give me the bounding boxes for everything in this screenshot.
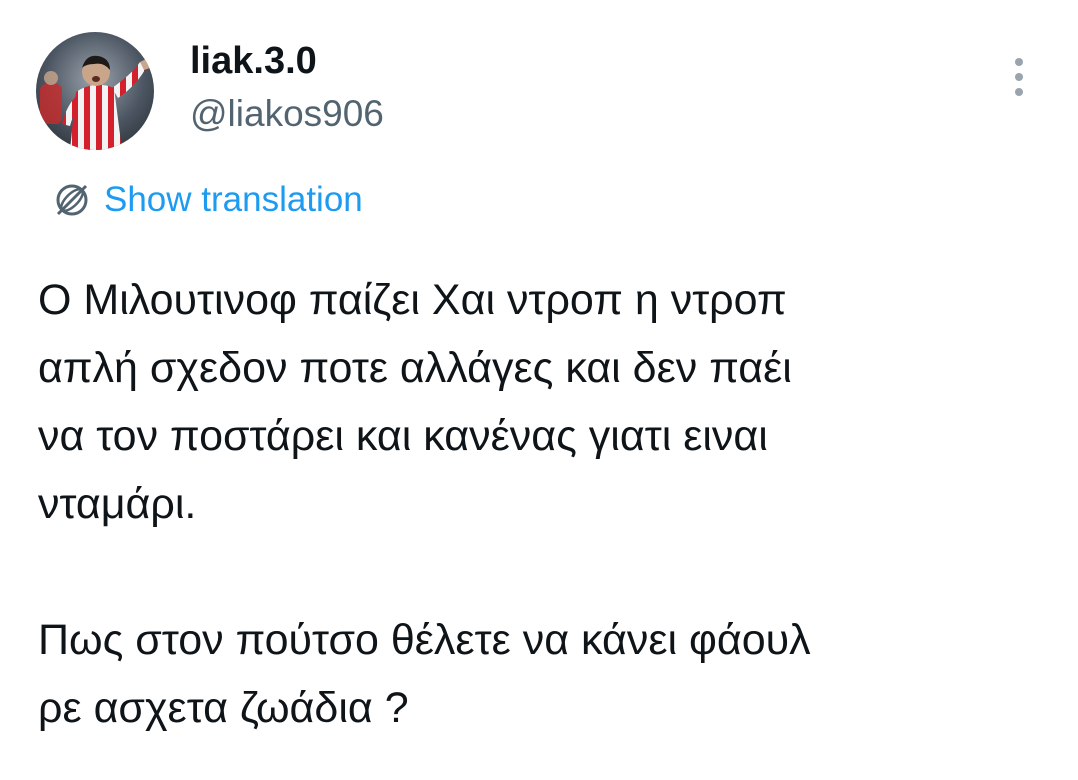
translate-globe-icon	[56, 184, 88, 216]
show-translation-button[interactable]: Show translation	[50, 178, 363, 222]
vertical-ellipsis-icon	[1015, 58, 1023, 96]
profile-photo-icon	[36, 32, 154, 150]
tweet-text: Ο Μιλουτινοφ παίζει Χαι ντροπ η ντροπ απ…	[38, 276, 811, 732]
avatar[interactable]	[36, 32, 154, 150]
tweet: liak.3.0 @liakos906 Show translation Ο Μ…	[0, 0, 1078, 780]
more-options-button[interactable]	[1004, 56, 1034, 100]
author-display-name[interactable]: liak.3.0	[190, 38, 317, 84]
show-translation-label: Show translation	[104, 180, 363, 219]
author-handle[interactable]: @liakos906	[190, 92, 384, 136]
